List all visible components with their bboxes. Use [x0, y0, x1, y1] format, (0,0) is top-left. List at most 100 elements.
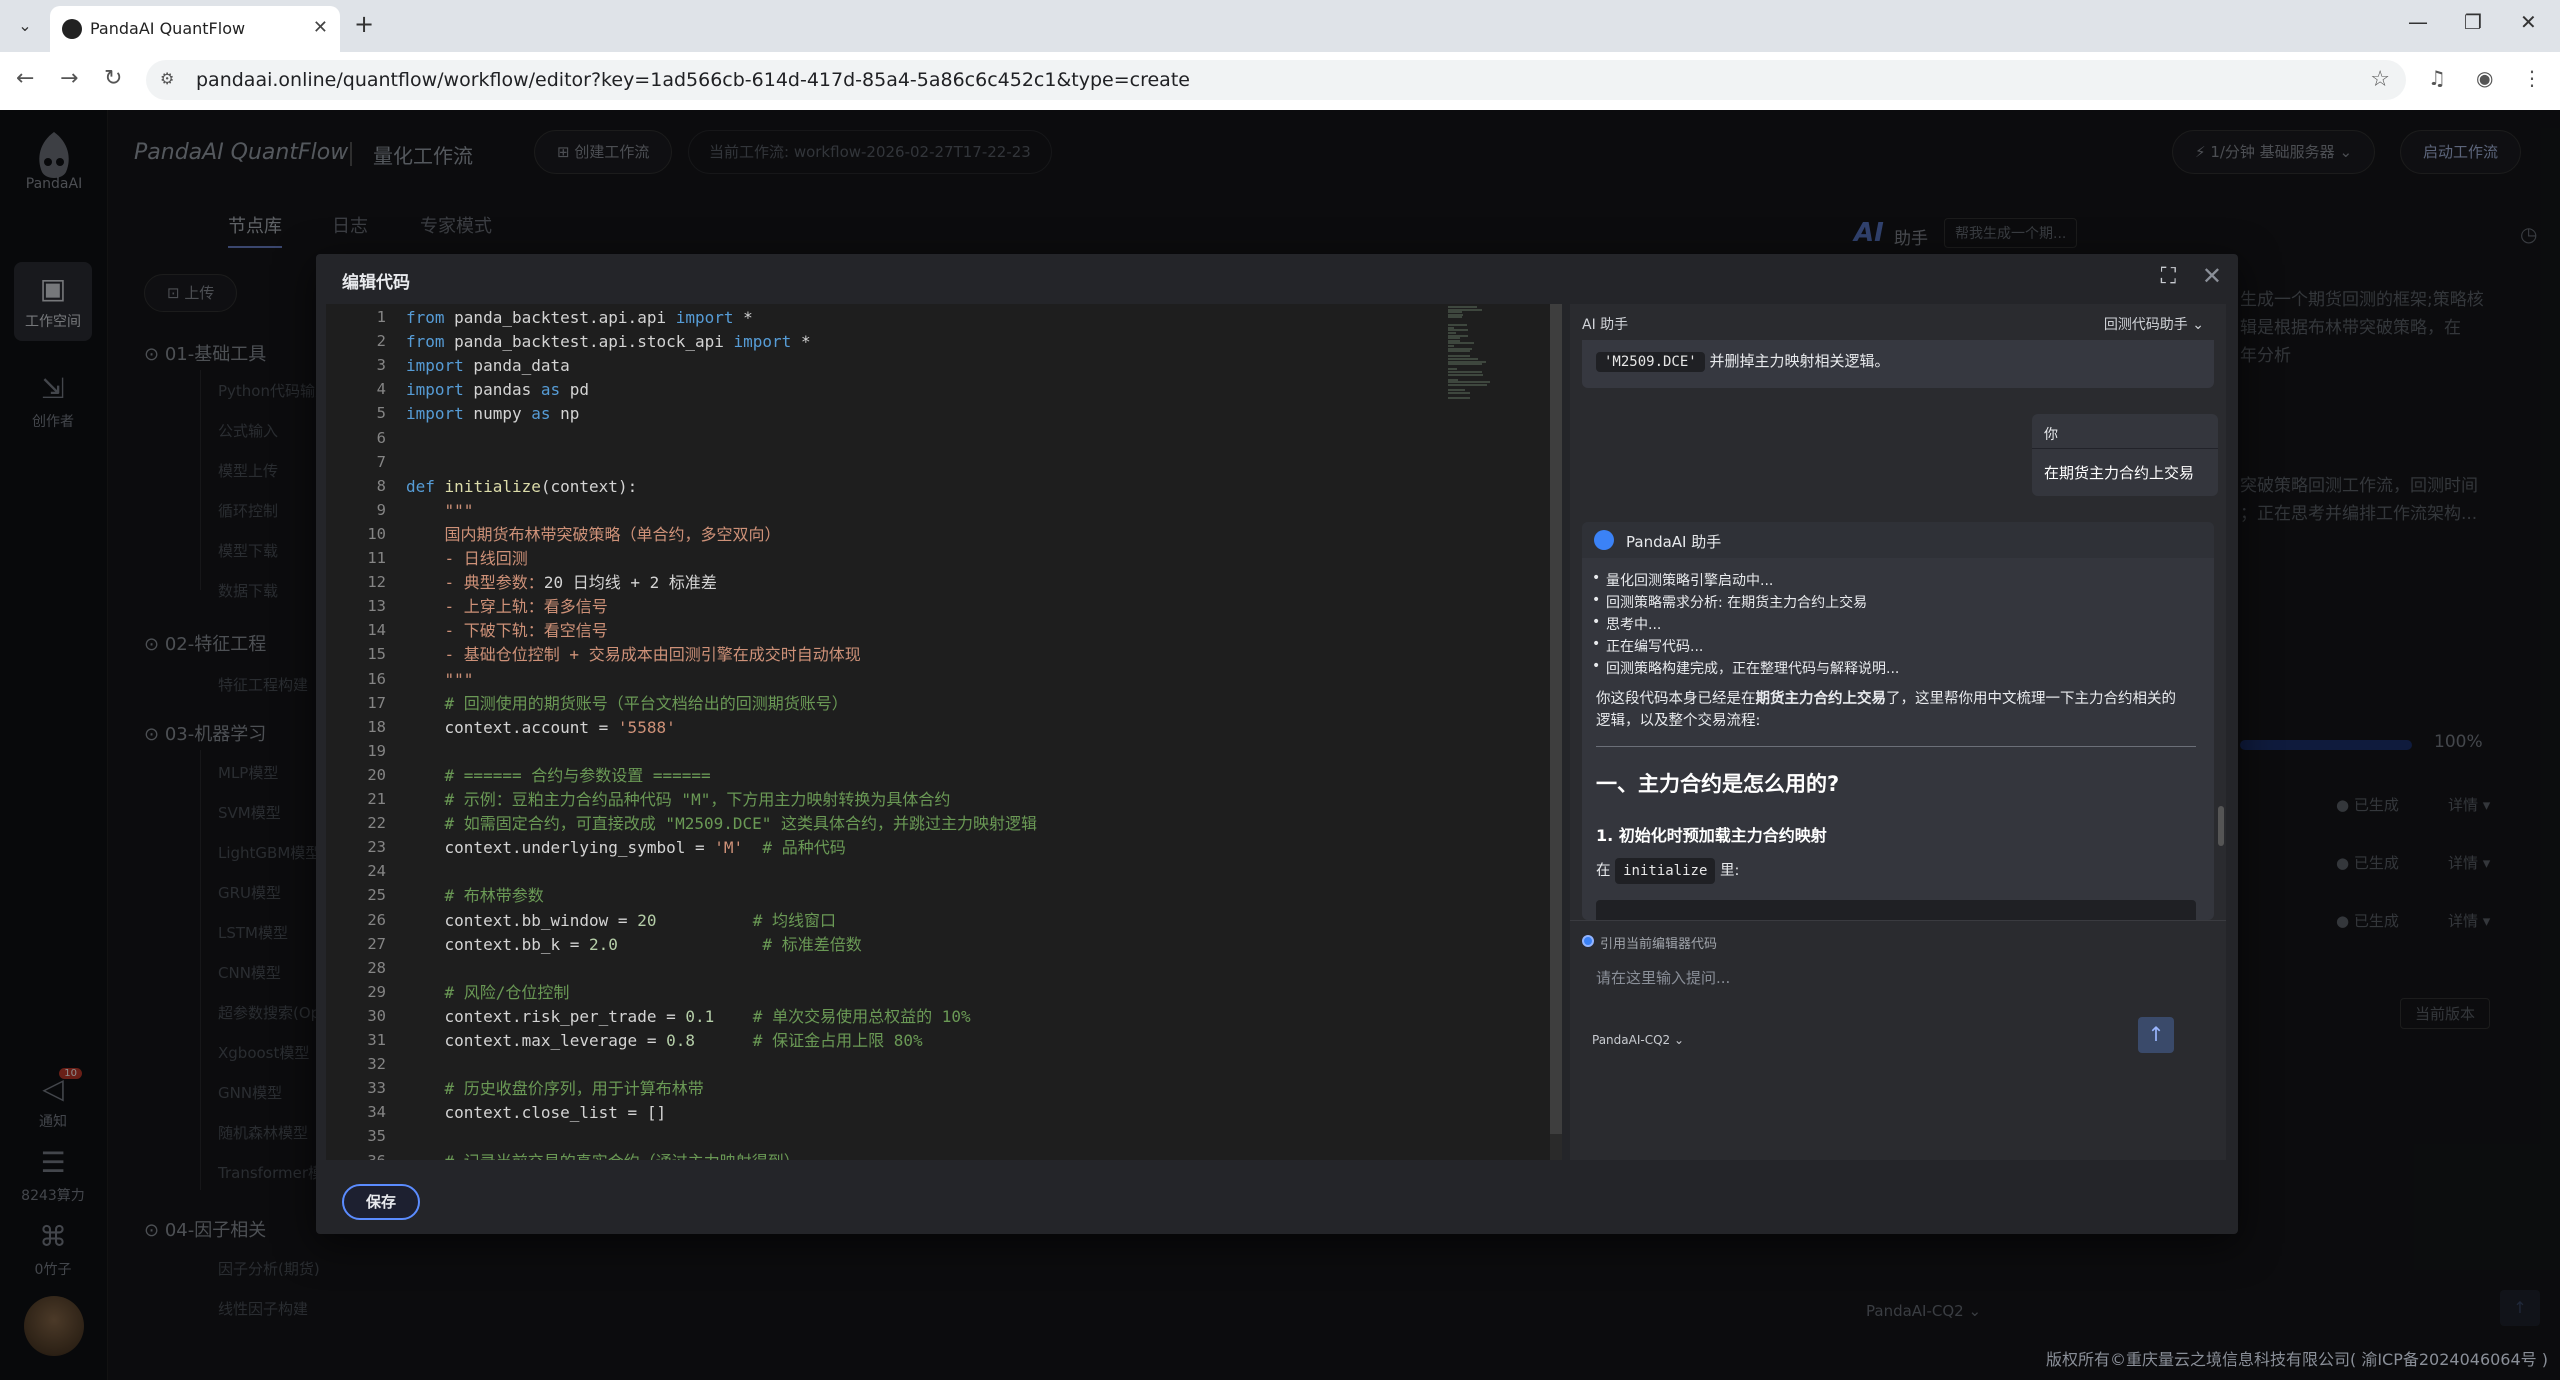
code-line[interactable]: context.underlying_symbol = 'M' # 品种代码 [406, 836, 846, 860]
site-info-icon[interactable]: ⚙ [160, 69, 174, 88]
code-line[interactable]: import pandas as pd [406, 378, 589, 402]
code-line[interactable]: - 下破下轨：看空信号 [406, 619, 608, 643]
code-line[interactable]: context.max_leverage = 0.8 # 保证金占用上限 80% [406, 1029, 923, 1053]
code-line[interactable]: - 典型参数：20 日均线 + 2 标准差 [406, 571, 717, 595]
ai-input-area: 引用当前编辑器代码 请在这里输入提问... PandaAI-CQ2 ⌄ ↑ [1570, 920, 2226, 1160]
line-number: 23 [367, 838, 386, 857]
minimap-line [1448, 363, 1483, 366]
model-select[interactable]: PandaAI-CQ2 ⌄ [1592, 1033, 1684, 1047]
code-line[interactable]: # 如需固定合约，可直接改成 "M2509.DCE" 这类具体合约，并跳过主力映… [406, 812, 1038, 836]
reference-code-label[interactable]: 引用当前编辑器代码 [1600, 933, 1717, 952]
window-close-icon[interactable]: ✕ [2520, 10, 2537, 34]
restore-icon[interactable]: ❐ [2464, 10, 2482, 34]
minimap-line [1448, 373, 1484, 376]
media-icon[interactable]: ♫ [2428, 66, 2446, 90]
send-icon[interactable]: ↑ [2138, 1017, 2174, 1053]
line-number: 17 [367, 693, 386, 712]
tab-close-icon[interactable]: ✕ [313, 17, 328, 38]
ai-question-input[interactable]: 请在这里输入提问... [1596, 967, 1730, 988]
line-number: 33 [367, 1079, 386, 1098]
code-line[interactable]: import panda_data [406, 354, 570, 378]
modal-title: 编辑代码 [342, 273, 410, 293]
line-number: 13 [367, 597, 386, 616]
line-number: 36 [336, 1152, 386, 1161]
line-number: 16 [367, 669, 386, 688]
inline-code: initialize [1615, 858, 1716, 884]
back-icon[interactable]: ← [16, 66, 34, 91]
code-line[interactable]: # 示例：豆粕主力合约品种代码 "M"，下方用主力映射转换为具体合约 [406, 788, 951, 812]
code-line[interactable]: - 日线回测 [406, 547, 528, 571]
code-line[interactable]: # 记录当前交易的真实合约（通过主力映射得到） [406, 1150, 800, 1161]
code-line[interactable]: context.bb_k = 2.0 # 标准差倍数 [406, 933, 862, 957]
browser-menu-icon[interactable]: ⋮ [2522, 66, 2542, 90]
minimap-line [1448, 397, 1470, 399]
code-minimap[interactable] [1444, 304, 1552, 1160]
line-number: 34 [367, 1103, 386, 1122]
modal-footer: 保存 [316, 1164, 2238, 1234]
code-line[interactable]: # 布林带参数 [406, 884, 544, 908]
step-item: 量化回测策略引擎启动中... [1592, 570, 1773, 590]
url-omnibox[interactable]: ⚙ pandaai.online/quantflow/workflow/edit… [146, 60, 2406, 100]
minimap-line [1448, 391, 1470, 394]
bookmark-star-icon[interactable]: ☆ [2370, 67, 2390, 92]
line-number: 25 [367, 886, 386, 905]
url-text[interactable]: pandaai.online/quantflow/workflow/editor… [196, 69, 1190, 91]
subsection-heading: 1. 初始化时预加载主力合约映射 [1596, 826, 1827, 845]
forward-icon[interactable]: → [60, 66, 78, 91]
ai-response-header: PandaAI 助手 [1582, 522, 2214, 558]
reference-code-toggle[interactable] [1582, 935, 1594, 947]
code-line[interactable]: context.close_list = [] [406, 1101, 667, 1125]
code-line[interactable]: context.risk_per_trade = 0.1 # 单次交易使用总权益… [406, 1005, 971, 1029]
code-line[interactable]: - 基础仓位控制 + 交易成本由回测引擎在成交时自动体现 [406, 643, 861, 667]
code-line[interactable]: 国内期货布林带突破策略（单合约，多空双向） [406, 523, 781, 547]
code-line[interactable]: # 历史收盘价序列，用于计算布林带 [406, 1077, 704, 1101]
inline-code: 'M2509.DCE' [1596, 352, 1705, 372]
profile-icon[interactable]: ◉ [2476, 66, 2493, 90]
browser-tab[interactable]: PandaAI QuantFlow ✕ [50, 6, 340, 52]
assistant-name: PandaAI 助手 [1626, 533, 1722, 551]
line-number: 6 [376, 428, 386, 447]
code-line[interactable]: """ [406, 668, 474, 692]
reload-icon[interactable]: ↻ [104, 66, 122, 91]
code-line[interactable]: from panda_backtest.api.api import * [406, 306, 753, 330]
fullscreen-icon[interactable]: ⛶ [2161, 264, 2176, 289]
line-number: 28 [367, 958, 386, 977]
section-heading: 一、主力合约是怎么用的? [1596, 772, 1840, 796]
code-line[interactable]: context.account = '5588' [406, 716, 676, 740]
code-line[interactable]: # 回测使用的期货账号（平台文档给出的回测期货账号） [406, 692, 848, 716]
step-item: 回测策略需求分析: 在期货主力合约上交易 [1592, 592, 1867, 612]
code-line[interactable]: # 风险/仓位控制 [406, 981, 570, 1005]
code-line[interactable]: - 上穿上轨：看多信号 [406, 595, 608, 619]
minimize-icon[interactable]: — [2408, 10, 2428, 34]
editor-scroll-thumb[interactable] [1550, 304, 1562, 1134]
code-line[interactable]: """ [406, 499, 474, 523]
ai-assistant-panel: AI 助手 回测代码助手 ⌄ 'M2509.DCE' 并删掉主力映射相关逻辑。 … [1570, 304, 2226, 1160]
minimap-line [1448, 350, 1471, 353]
code-area[interactable]: from panda_backtest.api.api import * from… [406, 304, 1406, 1160]
line-number: 20 [367, 765, 386, 784]
ai-scrollbar[interactable] [2216, 340, 2226, 920]
code-line[interactable]: context.bb_window = 20 # 均线窗口 [406, 909, 837, 933]
line-number: 3 [376, 356, 386, 375]
step-item: 回测策略构建完成，正在整理代码与解释说明... [1592, 658, 1899, 678]
previous-ai-message: 'M2509.DCE' 并删掉主力映射相关逻辑。 [1582, 340, 2214, 388]
code-editor[interactable]: 1 2 3 4 5 6 7 8 9 10 11 12 13 14 15 16 17 18 19 20 21 22 23 24 2… [326, 304, 1562, 1160]
code-line[interactable]: import numpy as np [406, 402, 579, 426]
line-number: 15 [367, 645, 386, 664]
code-line[interactable]: from panda_backtest.api.stock_api import… [406, 330, 811, 354]
line-number: 12 [367, 573, 386, 592]
new-tab-icon[interactable]: + [354, 10, 374, 38]
copyright-text: 版权所有©重庆量云之境信息科技有限公司( 渝ICP备2024046064号 ) [2046, 1350, 2548, 1369]
editor-scrollbar[interactable] [1550, 304, 1562, 1160]
modal-close-icon[interactable]: ✕ [2202, 262, 2222, 290]
ai-scroll-thumb[interactable] [2218, 806, 2224, 846]
code-line[interactable]: def initialize(context): [406, 475, 637, 499]
assistant-mode-select[interactable]: 回测代码助手 ⌄ [2104, 314, 2204, 334]
user-name: 你 [2044, 427, 2058, 443]
line-number: 27 [367, 934, 386, 953]
save-button[interactable]: 保存 [342, 1184, 420, 1220]
code-line[interactable]: # ====== 合约与参数设置 ====== [406, 764, 711, 788]
tab-search-icon[interactable]: ⌄ [10, 12, 40, 40]
line-number: 18 [367, 717, 386, 736]
line-number-gutter: 1 2 3 4 5 6 7 8 9 10 11 12 13 14 15 16 17 18 19 20 21 22 23 24 2… [326, 304, 396, 1160]
